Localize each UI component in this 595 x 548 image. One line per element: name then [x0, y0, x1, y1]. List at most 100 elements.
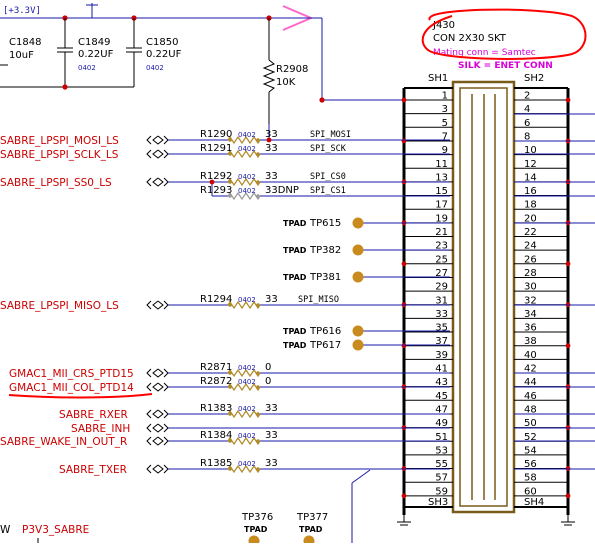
- pin1-net: [303, 17, 404, 103]
- resistor-pad: [256, 194, 260, 198]
- testpoint-kind: TPAD: [283, 273, 307, 282]
- bidir-port-icon: [152, 423, 164, 433]
- bidir-port-icon: [146, 149, 152, 159]
- bidir-port-icon: [163, 464, 169, 474]
- connector-pin-rows: 1 23 45 67 89 1011 1213 1415 1617 1819 2021 2223 242…: [401, 91, 571, 499]
- junction-dot: [319, 97, 325, 103]
- resistor-pkg: 0402: [238, 405, 256, 413]
- pin-number-right: 38: [524, 336, 537, 347]
- resistor-value: 0: [265, 376, 271, 387]
- net-label: SPI_SCK: [310, 144, 347, 154]
- resistor-value: 33: [265, 458, 278, 469]
- pin-number-right: 34: [524, 309, 537, 320]
- pin-number-left: 21: [435, 227, 448, 238]
- bidir-port-icon: [146, 382, 152, 392]
- signal-name: SABRE_WAKE_IN_OUT_R: [0, 436, 127, 448]
- testpoints: TPAD TP615 TPAD TP382 TPAD TP381 TPAD TP…: [241, 217, 364, 547]
- junction-dot: [565, 493, 571, 499]
- bidir-port-icon: [146, 135, 152, 145]
- resistor-pad: [256, 152, 260, 156]
- resistor-ref: R2871: [200, 362, 232, 373]
- resistor-pkg: 0402: [238, 364, 256, 372]
- junction-dot: [565, 261, 571, 267]
- testpoint-ref: TP616: [309, 326, 341, 337]
- pin-number-left: 57: [435, 473, 448, 484]
- signal-name: SABRE_TXER: [59, 464, 127, 476]
- pin-number-left: 7: [442, 131, 448, 142]
- bidir-port-icon: [146, 300, 152, 310]
- bidir-port-icon: [146, 368, 152, 378]
- cap-value: 0.22UF: [78, 49, 114, 60]
- resistor-pad: [256, 371, 260, 375]
- resistor-ref: R1291: [200, 143, 232, 154]
- cap-value: 0.22UF: [146, 49, 182, 60]
- bidir-port-icon: [163, 300, 169, 310]
- resistor-pad: [256, 303, 260, 307]
- junction-dot: [401, 343, 407, 349]
- signal-name: SABRE_LPSPI_SS0_LS: [0, 177, 112, 189]
- net-label: SPI_MOSI: [310, 130, 351, 140]
- resistor-pkg: 0402: [238, 460, 256, 468]
- bidir-port-icon: [152, 300, 164, 310]
- bidir-port-icon: [152, 135, 164, 145]
- resistor-ref: R1385: [200, 458, 232, 469]
- net-label: P3V3_SABRE: [22, 524, 89, 536]
- resistor-value: 33: [265, 403, 278, 414]
- pin-number-right: 18: [524, 200, 537, 211]
- connector-type: CON 2X30 SKT: [433, 33, 507, 44]
- bidir-port-icon: [146, 423, 152, 433]
- signal-name: GMAC1_MII_COL_PTD14: [9, 382, 134, 394]
- pin-number-left: 33: [435, 309, 448, 320]
- pin-number-left: 45: [435, 391, 448, 402]
- testpoint-pad: [352, 244, 364, 256]
- testpoint-kind: TPAD: [283, 327, 307, 336]
- pin-number-left: 55: [435, 459, 448, 470]
- bidir-port-icon: [152, 409, 164, 419]
- resistor-pkg: 0402: [238, 187, 256, 195]
- pin-number-left: 37: [435, 336, 448, 347]
- cap-ref: C1849: [78, 37, 110, 48]
- pin-number-right: 24: [524, 241, 537, 252]
- bidir-port-icon: [163, 149, 169, 159]
- resistor-pkg: 0402: [238, 432, 256, 440]
- resistor-value: 33: [265, 171, 278, 182]
- bidir-port-icon: [146, 177, 152, 187]
- bidir-port-icon: [163, 409, 169, 419]
- resistor-value: 10K: [276, 77, 296, 88]
- testpoint-ref: TP376: [241, 512, 273, 523]
- schematic-drawing: [+3.3V] C1848 10uF C1849 0.22UF 0402 C18…: [0, 3, 595, 547]
- bidir-port-icon: [163, 177, 169, 187]
- net-prefix: W: [0, 524, 11, 536]
- bidir-port-icon: [152, 368, 164, 378]
- pin-number-right: 2: [524, 91, 530, 102]
- resistor-pad: [256, 138, 260, 142]
- resistor-value: 33: [265, 143, 278, 154]
- pin-number-left: 39: [435, 350, 448, 361]
- resistor-ref: R1294: [200, 294, 232, 305]
- cap-value: 10uF: [9, 50, 34, 61]
- pin-number-left: 35: [435, 323, 448, 334]
- testpoint-kind: TPAD: [283, 219, 307, 228]
- pin-number-right: 56: [524, 459, 537, 470]
- signal-name: SABRE_LPSPI_SCLK_LS: [0, 149, 119, 161]
- resistor-ref: R1290: [200, 129, 232, 140]
- connector-ref: J430: [432, 20, 455, 31]
- testpoint-kind: TPAD: [283, 341, 307, 350]
- bidir-port-icon: [152, 464, 164, 474]
- resistor-pkg: 0402: [238, 145, 256, 153]
- bidir-port-icon: [146, 436, 152, 446]
- bidir-port-icon: [146, 409, 152, 419]
- bidir-port-icon: [163, 436, 169, 446]
- resistor-pkg: 0402: [238, 296, 256, 304]
- pin-number-right: 30: [524, 282, 537, 293]
- resistor-ref: R1384: [200, 430, 232, 441]
- cap-pkg: 0402: [146, 64, 164, 72]
- bidir-port-icon: [146, 464, 152, 474]
- connector-silk: SILK = ENET CONN: [458, 61, 553, 71]
- pin-number-right: 12: [524, 159, 537, 170]
- pin-number-right: 46: [524, 391, 537, 402]
- testpoint-pad: [248, 535, 260, 547]
- cap-ref: C1850: [146, 37, 178, 48]
- power-rail: [+3.3V]: [0, 3, 303, 21]
- pin-number-left: 17: [435, 200, 448, 211]
